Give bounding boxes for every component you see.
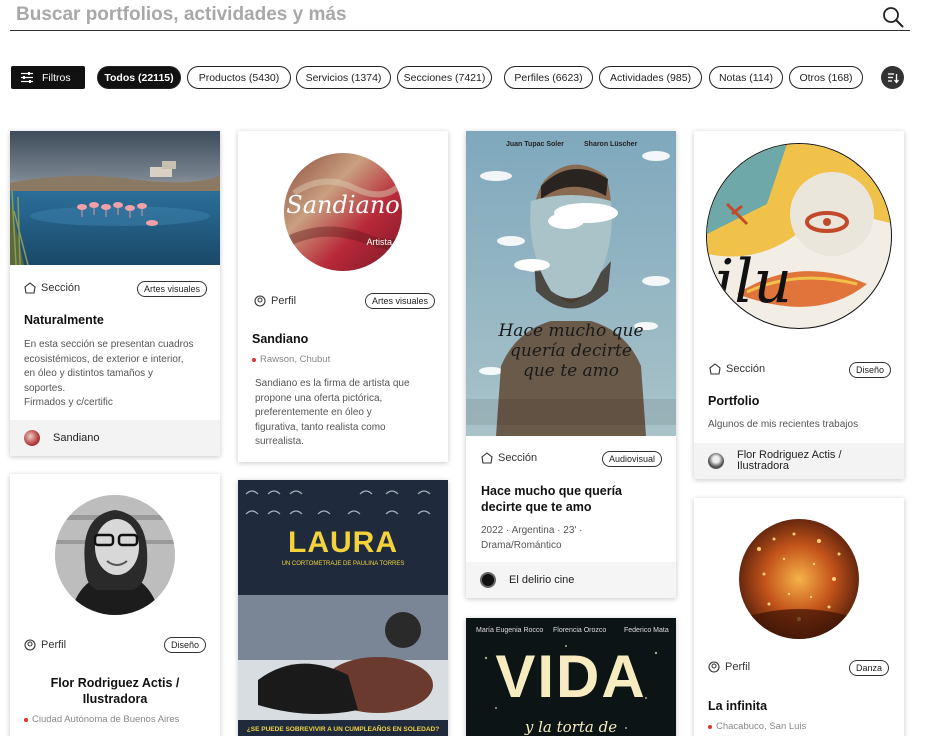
poster-credit-2: Florencia Orozco	[553, 627, 607, 634]
poster-credit-1: Juan Tupac Soler	[506, 141, 564, 148]
card-portfolio[interactable]: ilu Sección Diseño Portfolio Algunos de …	[694, 131, 904, 479]
card-title[interactable]: Hace mucho que quería decirte que te amo	[481, 483, 666, 515]
card-type: Sección	[709, 363, 765, 375]
chip-otros[interactable]: Otros (168)	[789, 66, 863, 89]
filter-bar: Filtros Todos (22115) Productos (5430) S…	[11, 66, 911, 90]
section-icon	[24, 282, 36, 294]
logo-tag: Artista	[366, 237, 392, 247]
category-badge[interactable]: Diseño	[849, 362, 892, 378]
section-icon	[481, 452, 493, 464]
category-badge[interactable]: Artes visuales	[365, 293, 436, 309]
location: Chacabuco, San Luis	[708, 721, 806, 732]
card-title[interactable]: Flor Rodriguez Actis / Ilustradora	[10, 675, 220, 707]
card-description: Algunos de mis recientes trabajos	[708, 419, 859, 430]
profile-icon	[24, 639, 36, 651]
poster-title: LAURA	[288, 526, 398, 559]
category-badge[interactable]: Diseño	[164, 637, 207, 653]
profile-icon	[254, 295, 266, 307]
card-description: En esta sección se presentan cuadros eco…	[24, 339, 194, 408]
logo-text: ilu	[715, 247, 793, 317]
card-type: Sección	[24, 282, 80, 294]
card-type: Perfil	[24, 639, 66, 651]
card-owner[interactable]: Flor Rodriguez Actis / Ilustradora	[694, 443, 904, 479]
card-laura[interactable]: LAURA UN CORTOMETRAJE DE PAULINA TORRES …	[238, 480, 448, 736]
sort-icon	[887, 72, 899, 84]
chip-secciones[interactable]: Secciones (7421)	[397, 66, 492, 89]
section-icon	[709, 363, 721, 375]
movie-poster	[466, 131, 676, 436]
avatar	[24, 430, 40, 446]
card-title[interactable]: Naturalmente	[24, 312, 104, 328]
profile-photo	[55, 495, 175, 615]
movie-poster	[238, 480, 448, 736]
card-naturalmente[interactable]: Sección Artes visuales Naturalmente En e…	[10, 131, 220, 456]
poster-credit-2: Sharon Lüscher	[584, 141, 638, 148]
card-description: 2022 · Argentina · 23' · Drama/Romántico	[481, 525, 583, 551]
landscape-image	[10, 131, 220, 265]
avatar	[480, 572, 496, 588]
filters-button[interactable]: Filtros	[11, 66, 85, 89]
logo-script: Sandiano	[286, 191, 400, 219]
profile-photo	[739, 519, 859, 639]
category-badge[interactable]: Audiovisual	[602, 451, 663, 467]
chip-productos[interactable]: Productos (5430)	[187, 66, 291, 89]
sort-button[interactable]	[881, 66, 904, 89]
card-title[interactable]: Sandiano	[252, 331, 308, 347]
search-bar	[10, 0, 910, 31]
sandiano-logo: Sandiano Artista	[284, 153, 402, 271]
card-hace-mucho[interactable]: Juan Tupac Soler Sharon Lüscher Hace muc…	[466, 131, 676, 598]
search-icon[interactable]	[882, 6, 904, 28]
card-flor[interactable]: Perfil Diseño Flor Rodriguez Actis / Ilu…	[10, 474, 220, 736]
card-infinita[interactable]: Perfil Danza La infinita Chacabuco, San …	[694, 498, 904, 736]
card-owner[interactable]: Sandiano	[10, 420, 220, 456]
card-type: Perfil	[254, 295, 296, 307]
poster-credit-3: Federico Mata	[624, 627, 669, 634]
card-title[interactable]: Portfolio	[708, 393, 759, 409]
filters-label: Filtros	[42, 71, 71, 84]
card-owner[interactable]: El delirio cine	[466, 562, 676, 598]
sliders-icon	[21, 72, 33, 83]
card-title[interactable]: La infinita	[708, 698, 767, 714]
chip-notas[interactable]: Notas (114)	[709, 66, 783, 89]
poster-title: VIDA	[495, 643, 647, 710]
poster-subtitle: y la torta de	[524, 718, 618, 736]
profile-icon	[708, 661, 720, 673]
location: Rawson, Chubut	[252, 354, 330, 365]
poster-subtitle: UN CORTOMETRAJE DE PAULINA TORRES	[281, 561, 405, 567]
chip-perfiles[interactable]: Perfiles (6623)	[504, 66, 593, 89]
category-badge[interactable]: Artes visuales	[137, 281, 208, 297]
category-badge[interactable]: Danza	[849, 660, 890, 676]
card-type: Sección	[481, 452, 537, 464]
card-description: Sandiano es la firma de artista que prop…	[255, 378, 410, 447]
chip-actividades[interactable]: Actividades (985)	[599, 66, 702, 89]
poster-credit-1: María Eugenia Rocco	[476, 627, 544, 634]
card-vida[interactable]: María Eugenia Rocco Florencia Orozco Fed…	[466, 618, 676, 736]
poster-title: Hace mucho que quería decirte que te amo	[498, 321, 644, 381]
card-sandiano[interactable]: Sandiano Artista Perfil Artes visuales S…	[238, 131, 448, 462]
card-type: Perfil	[708, 661, 750, 673]
portfolio-logo: ilu	[706, 143, 892, 329]
search-input[interactable]	[16, 2, 856, 28]
location: Ciudad Autónoma de Buenos Aires	[24, 714, 179, 725]
poster-tagline: ¿SE PUEDE SOBREVIVIR A UN CUMPLEAÑOS EN …	[246, 726, 440, 733]
chip-todos[interactable]: Todos (22115)	[97, 66, 181, 89]
chip-servicios[interactable]: Servicios (1374)	[296, 66, 391, 89]
avatar	[708, 453, 724, 469]
